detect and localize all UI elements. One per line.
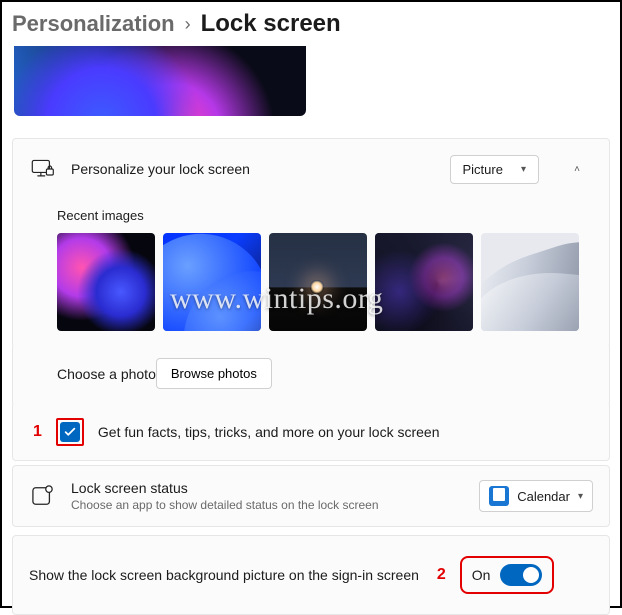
choose-photo-label: Choose a photo xyxy=(57,366,156,382)
badge-icon xyxy=(29,484,57,508)
fun-facts-checkbox[interactable] xyxy=(60,422,80,442)
breadcrumb-current: Lock screen xyxy=(201,10,341,38)
recent-image-thumb[interactable] xyxy=(269,233,367,331)
annotation-2: 2 xyxy=(437,566,446,584)
fun-facts-row: 1 Get fun facts, tips, tricks, and more … xyxy=(12,404,610,461)
signin-background-row: Show the lock screen background picture … xyxy=(12,535,610,615)
chevron-right-icon: › xyxy=(185,14,191,35)
monitor-lock-icon xyxy=(29,157,57,181)
recent-image-thumb[interactable] xyxy=(481,233,579,331)
status-app-name: Calendar xyxy=(517,489,570,504)
recent-image-thumb[interactable] xyxy=(57,233,155,331)
calendar-icon xyxy=(489,486,509,506)
personalize-row: Personalize your lock screen Picture ▾ ˄ xyxy=(12,138,610,200)
recent-images-label: Recent images xyxy=(57,208,593,223)
signin-label: Show the lock screen background picture … xyxy=(29,567,419,583)
fun-facts-label: Get fun facts, tips, tricks, and more on… xyxy=(98,424,440,440)
lock-screen-status-row[interactable]: Lock screen status Choose an app to show… xyxy=(12,465,610,527)
check-icon xyxy=(63,425,77,439)
lock-screen-preview xyxy=(14,46,306,116)
recent-image-thumb[interactable] xyxy=(375,233,473,331)
status-app-select[interactable]: Calendar ▾ xyxy=(479,480,593,512)
breadcrumb-parent[interactable]: Personalization xyxy=(12,11,175,37)
chevron-down-icon: ▾ xyxy=(578,491,583,502)
chevron-down-icon: ▾ xyxy=(521,164,526,175)
recent-image-thumb[interactable] xyxy=(163,233,261,331)
background-type-value: Picture xyxy=(463,162,503,177)
background-type-select[interactable]: Picture ▾ xyxy=(450,155,540,184)
choose-photo-row: Choose a photo Browse photos xyxy=(12,346,610,406)
personalize-title: Personalize your lock screen xyxy=(71,161,436,177)
signin-toggle[interactable] xyxy=(500,564,542,586)
annotation-1: 1 xyxy=(33,423,42,441)
recent-images-panel: Recent images xyxy=(12,198,610,348)
status-sub: Choose an app to show detailed status on… xyxy=(71,498,465,512)
breadcrumb: Personalization › Lock screen xyxy=(2,2,620,46)
browse-photos-button[interactable]: Browse photos xyxy=(156,358,272,389)
recent-images-list xyxy=(57,233,593,331)
collapse-button[interactable]: ˄ xyxy=(561,153,593,185)
status-title: Lock screen status xyxy=(71,480,465,496)
annotation-1-box xyxy=(56,418,84,446)
toggle-label: On xyxy=(472,567,491,583)
chevron-up-icon: ˄ xyxy=(574,164,580,175)
annotation-2-box: On xyxy=(460,556,555,594)
